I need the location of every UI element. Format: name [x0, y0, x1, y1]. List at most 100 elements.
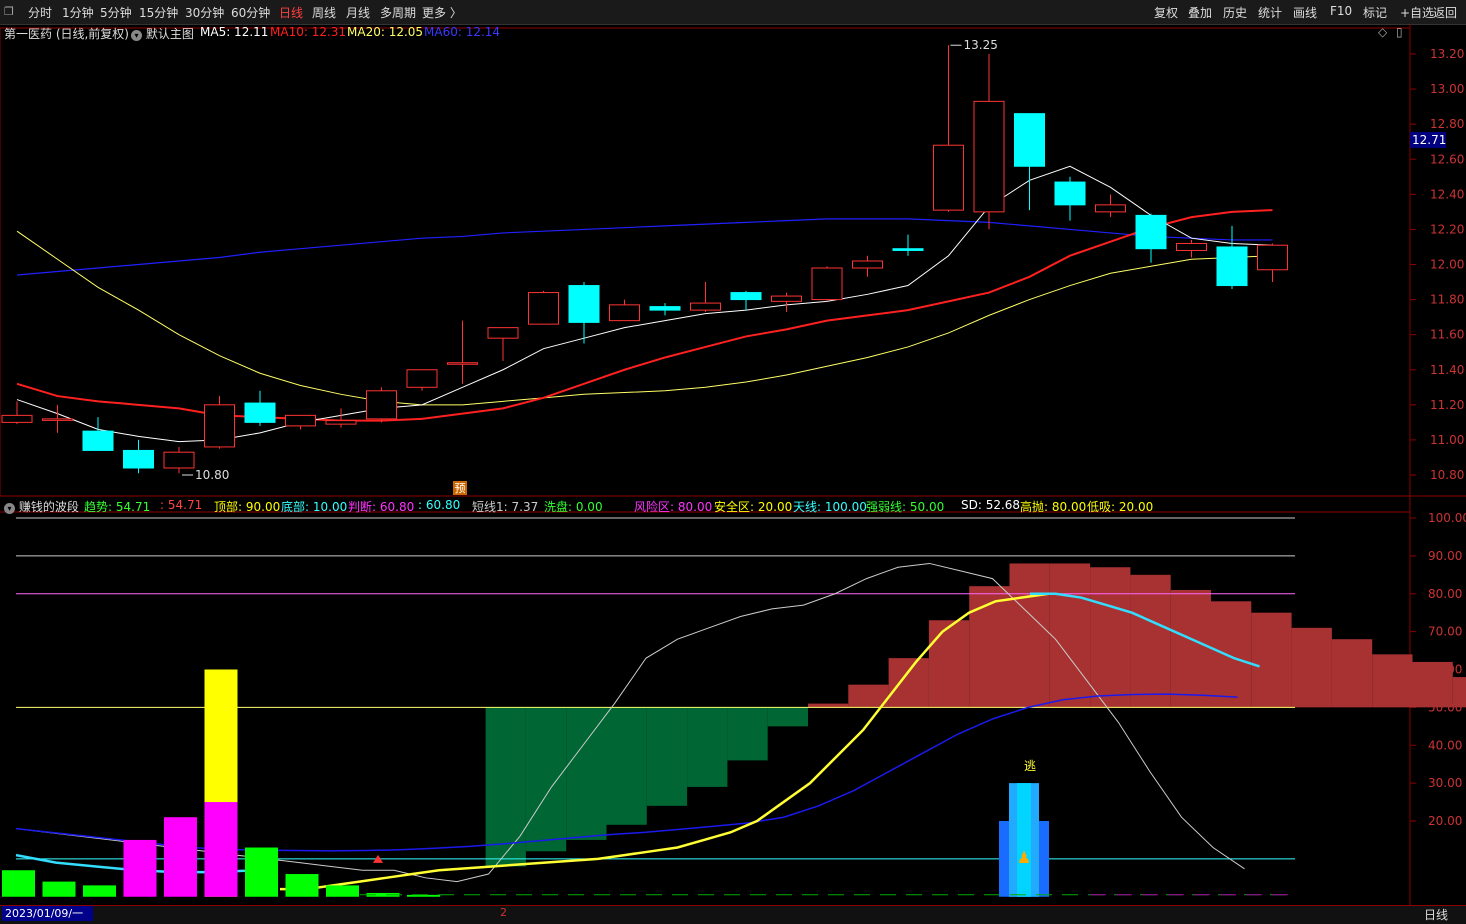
indicator-value-14: 低吸: 20.00 [1087, 500, 1154, 514]
low-annotation: 10.80 [195, 468, 229, 482]
ma5-label: MA5: 12.11 [200, 25, 269, 39]
period-tab-5[interactable]: 60分钟 [231, 4, 270, 21]
candle-body-27 [1095, 204, 1126, 213]
trend-step-up-32 [1291, 627, 1332, 708]
trend-step-up-29 [1170, 589, 1211, 708]
period-tab-6[interactable]: 日线 [279, 4, 303, 21]
ma60-line [16, 218, 1273, 276]
trend-step-down-16 [646, 707, 688, 806]
candle-body-12 [487, 327, 519, 339]
candle-body-8 [325, 420, 357, 425]
candle-body-29 [1176, 242, 1207, 251]
indicator-value-4: 判断: 60.80 [348, 500, 415, 514]
date-display: 2023/01/09/一 [2, 906, 93, 921]
main-ytick-label-0: 10.80 [1430, 468, 1464, 482]
main-ytick-label-10: 12.80 [1430, 117, 1464, 131]
toolbar-button-7[interactable]: +自选 [1400, 4, 1434, 21]
status-bar [0, 905, 1466, 924]
candle-body-21 [852, 260, 883, 269]
candle-body-24 [973, 100, 1005, 213]
candle-body-1 [42, 418, 73, 421]
candle-body-23 [933, 144, 964, 211]
trend-step-up-30 [1211, 601, 1252, 708]
diamond-icon[interactable]: ◇ [1378, 25, 1387, 39]
period-tab-2[interactable]: 5分钟 [100, 4, 132, 21]
trend-step-down-15 [606, 707, 647, 825]
period-tab-4[interactable]: 30分钟 [185, 4, 224, 21]
trend-step-up-31 [1251, 612, 1292, 708]
indicator-value-3: 底部: 10.00 [281, 500, 348, 514]
pre-mark: 预 [455, 482, 466, 495]
indicator-value-0: 趋势: 54.71 [84, 500, 151, 514]
trend-step-down-19 [767, 707, 808, 727]
toolbar-button-6[interactable]: 标记 [1363, 4, 1387, 21]
toolbar-button-2[interactable]: 历史 [1223, 4, 1247, 21]
candle-body-20 [811, 267, 843, 301]
indicator-title[interactable]: ▾ 赚钱的波段 [4, 498, 79, 515]
toolbar: ❐ 分时 1分钟 5分钟 15分钟 30分钟 60分钟 日线 周线 月线 多周期 更多 〉 复权 叠加… [0, 0, 1466, 25]
period-tab-1[interactable]: 1分钟 [62, 4, 94, 21]
toolbar-button-4[interactable]: 画线 [1293, 4, 1317, 21]
ma5-line [16, 165, 1273, 443]
trend-step-down-13 [525, 707, 567, 852]
indicator-value-13: 高抛: 80.00 [1020, 500, 1087, 514]
escape-bar-core [1017, 783, 1031, 897]
indicator-value-8: 风险区: 80.00 [634, 500, 713, 514]
toolbar-button-1[interactable]: 叠加 [1188, 4, 1212, 21]
period-tab-9[interactable]: 多周期 [380, 4, 416, 21]
dropdown-icon: ▾ [4, 503, 15, 514]
template-selector[interactable]: ▾ 默认主图 [131, 25, 194, 42]
stock-title: 第一医药 (日线,前复权) [4, 27, 129, 41]
candle-body-6 [244, 402, 276, 423]
toolbar-button-5[interactable]: F10 [1330, 4, 1352, 18]
indicator-value-12: SD: 52.68 [961, 498, 1021, 512]
toolbar-button-0[interactable]: 复权 [1154, 4, 1178, 21]
trend-step-up-22 [888, 658, 929, 708]
candle-body-22 [892, 248, 924, 251]
ma60-label: MA60: 12.14 [424, 25, 501, 39]
indicator-value-7: 洗盘: 0.00 [544, 500, 603, 514]
trend-step-down-18 [727, 707, 768, 761]
main-ytick-label-1: 11.00 [1430, 433, 1464, 447]
indicator-value-5: : 60.80 [418, 498, 461, 512]
indicator-value-1: : 54.71 [160, 498, 203, 512]
washout-bar-4 [164, 817, 197, 897]
toolbar-button-3[interactable]: 统计 [1258, 4, 1282, 21]
washout-bar-inner-5 [204, 802, 238, 897]
panel-toggle-icon[interactable]: ▯ [1396, 25, 1403, 39]
washout-bar-1 [42, 881, 76, 897]
washout-bar-3 [123, 839, 157, 897]
main-ytick-label-8: 12.40 [1430, 187, 1464, 201]
period-tab-10[interactable]: 更多 〉 [422, 4, 462, 21]
period-tab-7[interactable]: 周线 [312, 4, 336, 21]
trend-step-up-28 [1130, 574, 1171, 708]
chart-area[interactable]: 10.80 11.00 11.20 11.40 11.60 11.80 12.00 12.20… [0, 24, 1466, 905]
candle-body-30 [1216, 246, 1248, 287]
sub-ytick-label-0: 20.00 [1428, 814, 1462, 828]
period-tab-8[interactable]: 月线 [346, 4, 370, 21]
candle-body-15 [609, 304, 640, 322]
window-restore-icon[interactable]: ❐ [4, 5, 14, 18]
washout-bar-8 [326, 885, 359, 897]
candle-body-14 [568, 285, 600, 323]
main-ytick-label-7: 12.20 [1430, 222, 1464, 236]
candle-body-9 [366, 390, 397, 420]
price-tag-label: 12.71 [1412, 133, 1446, 147]
candle-body-19 [771, 295, 802, 302]
period-tab-0[interactable]: 分时 [28, 4, 52, 21]
main-ytick-label-5: 11.80 [1430, 293, 1464, 307]
trend-step-up-27 [1090, 567, 1131, 708]
period-label[interactable]: 日线 [1424, 906, 1448, 923]
trend-step-up-26 [1049, 563, 1091, 708]
ma20-line [16, 230, 1273, 406]
period-tab-3[interactable]: 15分钟 [139, 4, 178, 21]
indicator-value-11: 强弱线: 50.00 [866, 500, 945, 514]
sub-ytick-label-7: 90.00 [1428, 549, 1462, 563]
toolbar-button-8[interactable]: 返回 [1433, 4, 1457, 21]
indicator-value-2: 顶部: 90.00 [214, 500, 281, 514]
candle-body-11 [447, 362, 478, 365]
sub-ytick-label-1: 30.00 [1428, 776, 1462, 790]
template-label: 默认主图 [145, 27, 194, 41]
candle-body-16 [649, 306, 681, 311]
high-annotation: 13.25 [964, 38, 998, 52]
